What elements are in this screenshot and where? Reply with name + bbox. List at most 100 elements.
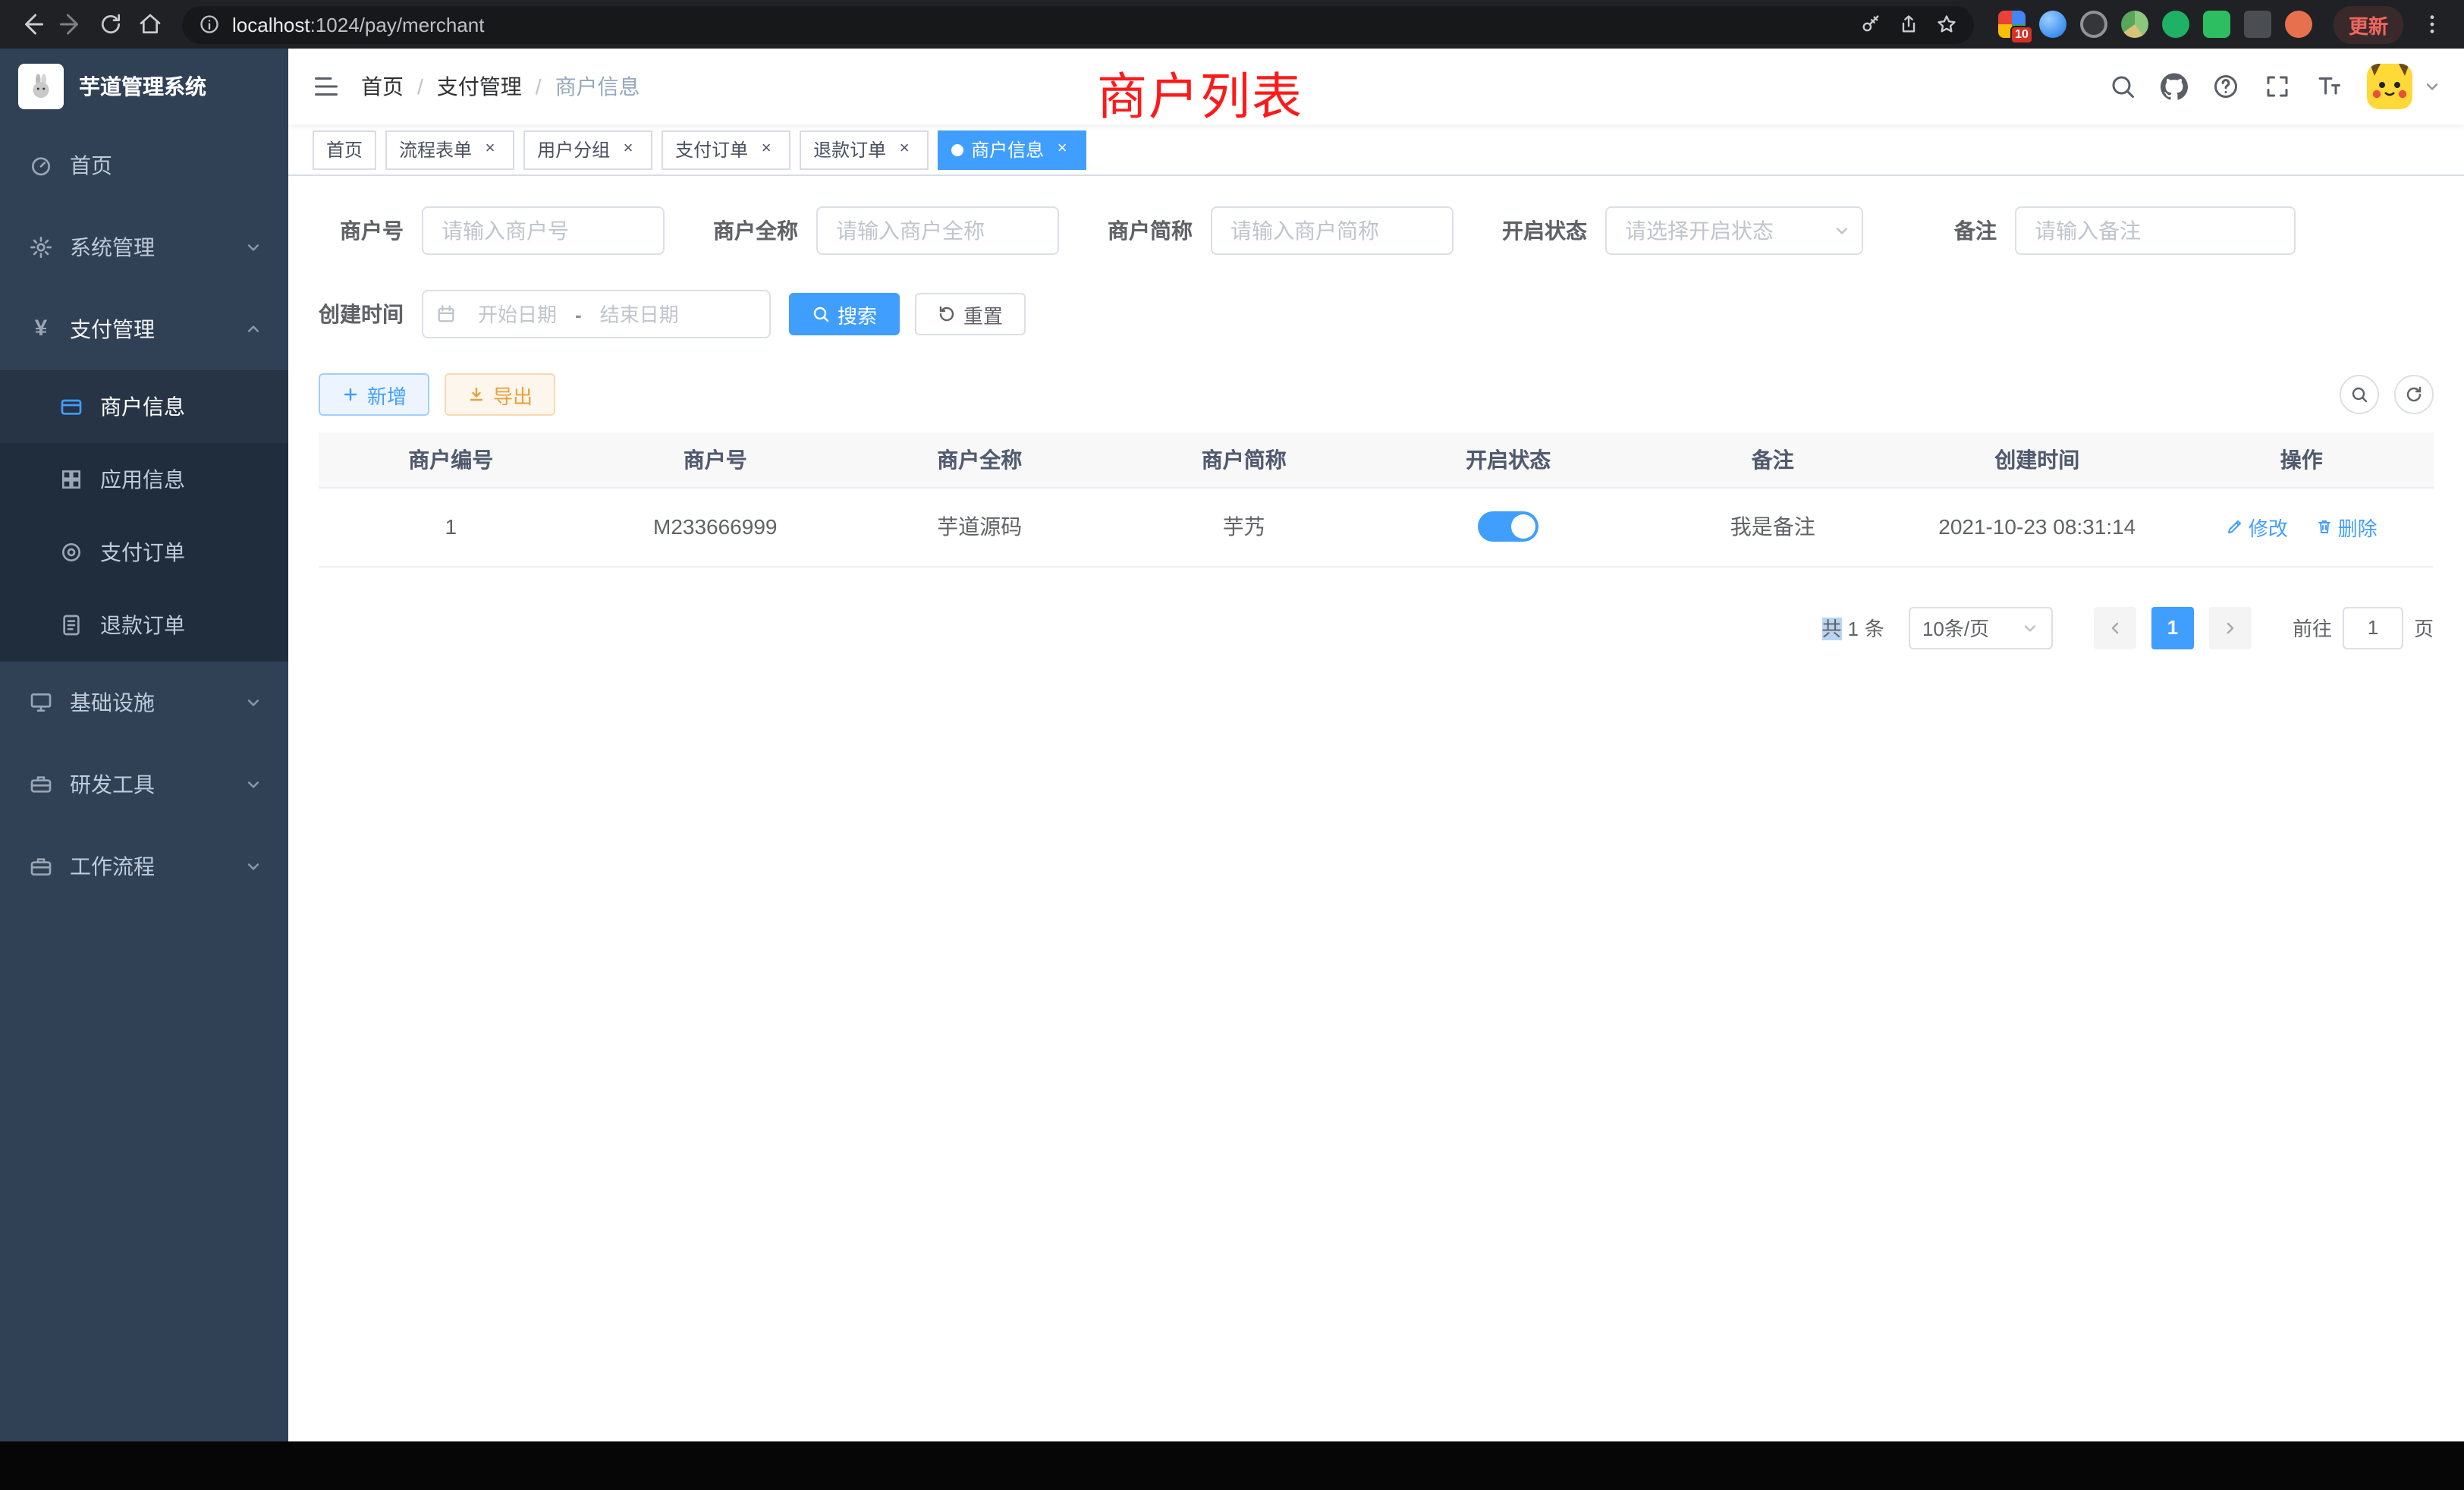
pin-extension-icon[interactable] (2244, 11, 2271, 38)
sidebar-item-infrastructure[interactable]: 基础设施 (0, 662, 288, 743)
close-icon[interactable] (1051, 139, 1073, 160)
delete-button[interactable]: 删除 (2315, 512, 2378, 541)
breadcrumb-item-current: 商户信息 (555, 71, 640, 102)
font-size-icon[interactable] (2315, 73, 2343, 100)
reload-icon[interactable] (91, 5, 130, 44)
site-info-icon[interactable] (199, 14, 220, 35)
search-icon[interactable] (2109, 73, 2136, 100)
bookmark-star-icon[interactable] (1936, 14, 1957, 35)
home-icon[interactable] (130, 5, 170, 44)
github-icon[interactable] (2161, 73, 2188, 100)
table-header-row: 商户编号 商户号 商户全称 商户简称 开启状态 备注 创建时间 操作 (319, 432, 2434, 487)
status-label: 开启状态 (1502, 215, 1605, 246)
sidebar-item-system[interactable]: 系统管理 (0, 206, 288, 288)
goto-page-input[interactable] (2343, 606, 2403, 649)
column-header: 操作 (2170, 432, 2434, 487)
reset-button[interactable]: 重置 (915, 293, 1026, 335)
browser-menu-icon[interactable] (2412, 5, 2452, 44)
forward-icon[interactable] (52, 5, 91, 44)
table-toolbar: 新增 导出 (319, 373, 2434, 416)
breadcrumb-item-payment[interactable]: 支付管理 (437, 71, 522, 102)
full-name-input[interactable] (816, 206, 1059, 255)
next-page-button[interactable] (2209, 606, 2252, 649)
tab-payment-orders[interactable]: 支付订单 (662, 130, 790, 169)
breadcrumb-separator: / (417, 74, 423, 99)
share-icon[interactable] (1898, 14, 1919, 35)
sidebar-item-merchant-info[interactable]: 商户信息 (0, 370, 288, 443)
sidebar-item-app-info[interactable]: 应用信息 (0, 443, 288, 516)
close-icon[interactable] (479, 139, 501, 160)
table-row: 1 M233666999 芋道源码 芋艿 我是备注 2021-10-23 08:… (319, 487, 2434, 566)
chevron-down-icon (2022, 620, 2038, 635)
extension-icon[interactable] (2203, 11, 2230, 38)
full-name-label: 商户全称 (713, 215, 816, 246)
tab-merchant-info[interactable]: 商户信息 (938, 130, 1086, 169)
briefcase-icon (27, 853, 55, 880)
merchant-no-label: 商户号 (319, 215, 422, 246)
search-button[interactable]: 搜索 (789, 293, 900, 335)
date-separator: - (575, 303, 582, 325)
extension-icon[interactable] (2039, 11, 2066, 38)
column-header: 备注 (1641, 432, 1906, 487)
refresh-table-button[interactable] (2394, 375, 2434, 414)
browser-toolbar: localhost:1024/pay/merchant 10 (0, 0, 2464, 49)
screen: localhost:1024/pay/merchant 10 (0, 0, 2464, 1490)
sidebar-item-dev-tools[interactable]: 研发工具 (0, 743, 288, 825)
page-size-select[interactable]: 10条/页 (1909, 606, 2053, 649)
end-date-input[interactable] (585, 303, 694, 325)
prev-page-button[interactable] (2094, 606, 2136, 649)
merchant-no-input[interactable] (422, 206, 665, 255)
user-avatar[interactable] (2367, 64, 2412, 109)
extension-icon[interactable] (2162, 11, 2189, 38)
back-icon[interactable] (12, 5, 52, 44)
page-annotation: 商户列表 (1097, 56, 1303, 129)
cell-full-name: 芋道源码 (847, 487, 1112, 566)
breadcrumb-item-home[interactable]: 首页 (361, 71, 404, 102)
tab-refund-orders[interactable]: 退款订单 (800, 130, 929, 169)
page-content: 商户号 商户全称 商户简称 开启状态 (288, 176, 2464, 1441)
close-icon[interactable] (894, 139, 915, 160)
column-header: 开启状态 (1376, 432, 1641, 487)
hamburger-icon[interactable] (313, 73, 340, 100)
status-select[interactable] (1605, 206, 1863, 255)
help-icon[interactable] (2212, 73, 2239, 100)
monitor-icon (27, 689, 55, 716)
status-toggle[interactable] (1478, 511, 1538, 542)
extension-icon[interactable] (2080, 11, 2107, 38)
address-bar[interactable]: localhost:1024/pay/merchant (182, 5, 1974, 43)
close-icon[interactable] (618, 139, 639, 160)
sidebar-item-home[interactable]: 首页 (0, 124, 288, 206)
toolbox-icon (27, 771, 55, 798)
tab-process-form[interactable]: 流程表单 (385, 130, 514, 169)
extension-icon[interactable] (2121, 11, 2148, 38)
cell-short-name: 芋艿 (1112, 487, 1377, 566)
tab-user-group[interactable]: 用户分组 (523, 130, 652, 169)
status-select-input[interactable] (1605, 206, 1863, 255)
browser-update-button[interactable]: 更新 (2334, 5, 2403, 43)
fullscreen-icon[interactable] (2264, 73, 2291, 100)
sidebar-item-refund-orders[interactable]: 退款订单 (0, 589, 288, 662)
chevron-down-icon[interactable] (2425, 79, 2440, 94)
add-button[interactable]: 新增 (319, 373, 429, 416)
extension-icon[interactable]: 10 (1998, 11, 2026, 38)
app-logo[interactable]: 芋道管理系统 (0, 49, 288, 124)
export-button[interactable]: 导出 (445, 373, 555, 416)
close-icon[interactable] (756, 139, 777, 160)
start-date-input[interactable] (463, 303, 572, 325)
cell-create-time: 2021-10-23 08:31:14 (1905, 487, 2170, 566)
tab-home[interactable]: 首页 (313, 130, 376, 169)
credit-card-icon (58, 393, 85, 420)
sidebar-item-workflow[interactable]: 工作流程 (0, 825, 288, 907)
edit-button[interactable]: 修改 (2226, 512, 2288, 541)
short-name-input[interactable] (1211, 206, 1454, 255)
date-range-picker[interactable]: - (422, 290, 771, 338)
sidebar-item-payment[interactable]: ¥ 支付管理 (0, 288, 288, 370)
sidebar-item-payment-orders[interactable]: 支付订单 (0, 516, 288, 589)
remark-label: 备注 (1912, 215, 2015, 246)
password-key-icon[interactable] (1860, 14, 1881, 35)
profile-avatar-icon[interactable] (2285, 11, 2312, 38)
toggle-search-button[interactable] (2340, 375, 2379, 414)
remark-input[interactable] (2015, 206, 2296, 255)
gear-icon (27, 234, 55, 261)
page-number-button[interactable]: 1 (2151, 606, 2194, 649)
